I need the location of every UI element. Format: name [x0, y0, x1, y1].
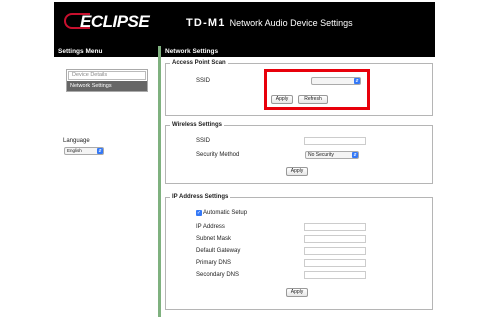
primary-dns-input[interactable] — [304, 259, 366, 267]
security-method-label: Security Method — [196, 152, 240, 158]
automatic-setup-label: Automatic Setup — [203, 210, 248, 216]
settings-menu: Device Details Network Settings — [66, 69, 148, 92]
wireless-settings-legend: Wireless Settings — [172, 122, 222, 128]
language-label: Language — [63, 138, 90, 144]
wireless-ssid-input[interactable] — [304, 137, 366, 145]
title-text: Network Audio Device Settings — [229, 18, 353, 28]
highlight-box — [264, 69, 370, 110]
header-bar: ECLIPSE TD-M1 Network Audio Device Settin… — [54, 2, 435, 46]
default-gateway-label: Default Gateway — [196, 248, 241, 254]
logo-text: ECLIPSE — [80, 12, 150, 31]
chevron-updown-icon: ⇵ — [97, 148, 103, 154]
security-method-select[interactable]: No Security ⇵ — [305, 151, 359, 159]
wireless-apply-button[interactable]: Apply — [286, 167, 308, 176]
security-method-value: No Security — [308, 152, 334, 158]
subnet-mask-input[interactable] — [304, 235, 366, 243]
network-settings-heading: Network Settings — [161, 46, 435, 57]
secondary-dns-label: Secondary DNS — [196, 272, 240, 278]
ip-address-label: IP Address — [196, 224, 225, 230]
subnet-mask-label: Subnet Mask — [196, 236, 232, 242]
language-value: English — [67, 148, 82, 153]
checkmark-icon: ✓ — [196, 210, 202, 216]
secondary-dns-input[interactable] — [304, 271, 366, 279]
primary-dns-label: Primary DNS — [196, 260, 232, 266]
column-divider — [158, 46, 161, 317]
eclipse-logo: ECLIPSE — [64, 11, 154, 31]
language-select[interactable]: English ⇵ — [64, 147, 104, 155]
chevron-updown-icon: ⇵ — [352, 152, 358, 158]
model-name: TD-M1 — [186, 17, 226, 29]
automatic-setup-checkbox[interactable]: ✓ — [196, 210, 202, 216]
settings-menu-heading: Settings Menu — [54, 46, 158, 57]
page-title: TD-M1 Network Audio Device Settings — [186, 17, 353, 29]
default-gateway-input[interactable] — [304, 247, 366, 255]
ip-apply-button[interactable]: Apply — [286, 288, 308, 297]
wireless-ssid-label: SSID — [196, 138, 211, 144]
ip-address-settings-legend: IP Address Settings — [172, 194, 229, 200]
access-point-scan-legend: Access Point Scan — [172, 60, 226, 66]
menu-item-device-details[interactable]: Device Details — [68, 71, 146, 80]
ip-address-input[interactable] — [304, 223, 366, 231]
scan-ssid-label: SSID — [196, 78, 211, 84]
menu-item-network-settings[interactable]: Network Settings — [67, 81, 147, 91]
